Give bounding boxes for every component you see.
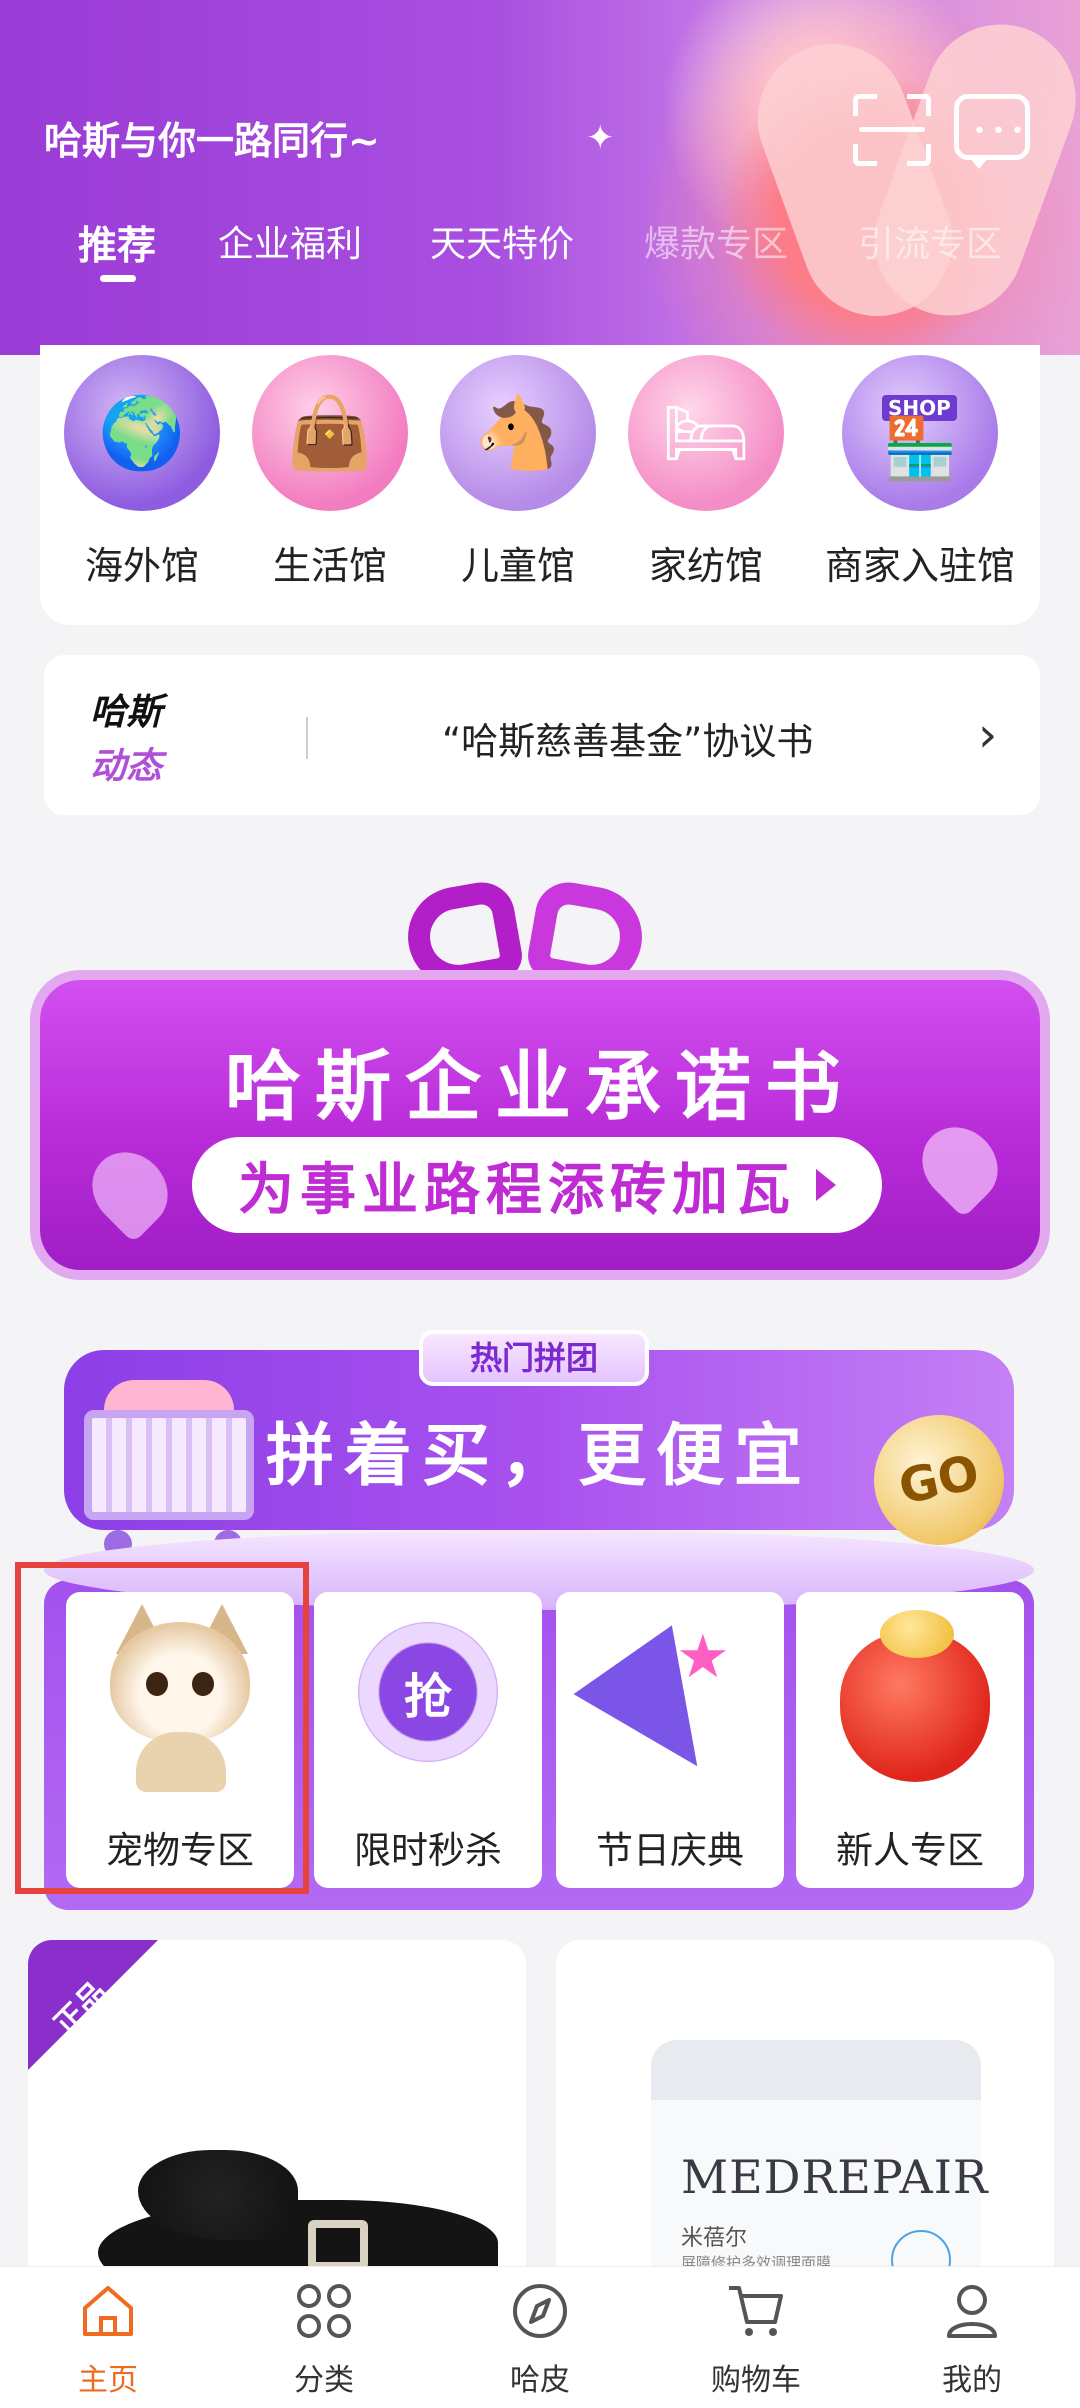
nav-category[interactable]: 分类 <box>254 2267 394 2408</box>
newcomer-label: 新人专区 <box>836 1829 984 1872</box>
nav-cart[interactable]: 购物车 <box>686 2267 826 2408</box>
tab-enterprise-benefits[interactable]: 企业福利 <box>218 215 362 267</box>
venue-kids[interactable]: 🐴 儿童馆 <box>428 355 608 590</box>
product-brand: MEDREPAIR <box>681 2150 989 2204</box>
shopping-cart-illustration <box>44 1360 284 1560</box>
festival-label: 节日庆典 <box>596 1829 744 1872</box>
divider <box>306 717 308 759</box>
flash-sale-card[interactable]: 抢 限时秒杀 <box>314 1592 542 1888</box>
nav-home[interactable]: 主页 <box>38 2267 178 2408</box>
venue-home-textile[interactable]: 🛏 家纺馆 <box>616 355 796 590</box>
scan-icon[interactable] <box>853 94 931 166</box>
rocking-horse-icon: 🐴 <box>440 355 596 511</box>
promise-button[interactable]: 为事业路程添砖加瓦 <box>192 1137 882 1233</box>
brand-slogan: 哈斯与你一路同行~ <box>44 119 380 163</box>
bed-icon: 🛏 <box>628 355 784 511</box>
heart-decoration <box>76 1136 184 1244</box>
category-icon <box>254 2267 394 2355</box>
tab-recommend[interactable]: 推荐 <box>78 215 156 271</box>
bottom-navigation: 主页 分类 哈皮 购物车 我的 <box>0 2266 1080 2408</box>
highlight-box <box>15 1562 309 1894</box>
profile-icon <box>902 2267 1042 2355</box>
venue-merchant[interactable]: SHOP 🏪 商家入驻馆 <box>820 355 1020 590</box>
venue-label: 商家入驻馆 <box>824 544 1015 588</box>
nav-hapi[interactable]: 哈皮 <box>470 2267 610 2408</box>
active-tab-indicator <box>100 275 136 282</box>
news-label-line1: 哈斯 <box>90 692 163 733</box>
venue-label: 海外馆 <box>84 544 199 588</box>
home-icon <box>38 2267 178 2355</box>
tab-hot-zone[interactable]: 爆款专区 <box>644 215 788 267</box>
red-lucky-bag-icon <box>796 1592 1024 1802</box>
tab-daily-deals[interactable]: 天天特价 <box>430 215 574 267</box>
tab-traffic-zone[interactable]: 引流专区 <box>858 215 1002 267</box>
news-label-line2: 动态 <box>90 746 163 787</box>
top-header: 哈斯与你一路同行~ ✦ ••• 推荐 企业福利 天天特价 爆款专区 引流专区 <box>0 0 1080 355</box>
shopping-bag-icon: 👜 <box>252 355 408 511</box>
ribbon-bow-decoration <box>400 877 650 995</box>
sparkle-icon: ✦ <box>586 118 615 158</box>
message-icon[interactable]: ••• <box>954 94 1030 169</box>
play-arrow-icon <box>816 1169 836 1201</box>
chevron-right-icon[interactable]: › <box>978 707 997 763</box>
venue-label: 儿童馆 <box>460 544 575 588</box>
venue-overseas[interactable]: 🌍 海外馆 <box>52 355 232 590</box>
party-popper-icon: ★ <box>556 1592 784 1802</box>
venue-label: 家纺馆 <box>648 544 763 588</box>
venue-label: 生活馆 <box>272 544 387 588</box>
flash-sale-label: 限时秒杀 <box>354 1829 502 1872</box>
app-page: 哈斯与你一路同行~ ✦ ••• 推荐 企业福利 天天特价 爆款专区 引流专区 🌍… <box>0 0 1080 2408</box>
venue-section: 🌍 海外馆 👜 生活馆 🐴 儿童馆 🛏 家纺馆 SHOP 🏪 商家入驻馆 <box>40 345 1040 625</box>
hero-hearts-illustration <box>610 0 1080 355</box>
shop-icon: SHOP 🏪 <box>842 355 998 511</box>
hot-group-tag: 热门拼团 <box>419 1330 649 1386</box>
category-tabs: 推荐 企业福利 天天特价 爆款专区 引流专区 <box>0 215 1080 285</box>
cart-icon <box>686 2267 826 2355</box>
news-ticker[interactable]: 哈斯 动态 “哈斯慈善基金”协议书 › <box>44 655 1040 815</box>
promise-title: 哈斯企业承诺书 <box>225 1042 855 1131</box>
alarm-clock-icon: 抢 <box>314 1592 542 1802</box>
promise-banner[interactable]: 哈斯企业承诺书 为事业路程添砖加瓦 <box>40 980 1040 1270</box>
news-headline[interactable]: “哈斯慈善基金”协议书 <box>442 711 813 765</box>
product-brand-cn: 米蓓尔 <box>681 2226 748 2251</box>
festival-card[interactable]: ★ 节日庆典 <box>556 1592 784 1888</box>
globe-icon: 🌍 <box>64 355 220 511</box>
newcomer-card[interactable]: 新人专区 <box>796 1592 1024 1888</box>
compass-icon <box>470 2267 610 2355</box>
nav-profile[interactable]: 我的 <box>902 2267 1042 2408</box>
venue-life[interactable]: 👜 生活馆 <box>240 355 420 590</box>
